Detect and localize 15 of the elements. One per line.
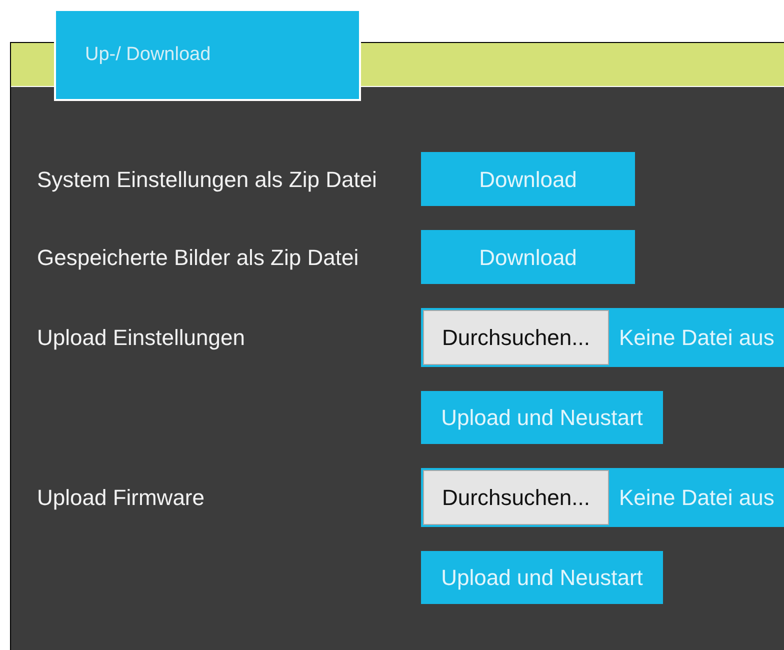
row-label: Upload Firmware xyxy=(36,484,206,512)
browse-button[interactable]: Durchsuchen... xyxy=(423,310,609,365)
tab[interactable]: Up-/ Download xyxy=(54,9,361,101)
row-label: System Einstellungen als Zip Datei xyxy=(36,166,378,194)
upload-button[interactable]: Upload und Neustart xyxy=(421,551,663,604)
download-button[interactable]: Download xyxy=(421,230,635,284)
browse-button[interactable]: Durchsuchen... xyxy=(423,470,609,525)
file-status: Keine Datei aus xyxy=(619,484,774,512)
file-input[interactable]: Durchsuchen... Keine Datei aus xyxy=(421,308,784,367)
upload-button[interactable]: Upload und Neustart xyxy=(421,391,663,444)
row-label: Gespeicherte Bilder als Zip Datei xyxy=(36,244,360,272)
file-input[interactable]: Durchsuchen... Keine Datei aus xyxy=(421,468,784,527)
row-label: Upload Einstellungen xyxy=(36,324,246,352)
file-status: Keine Datei aus xyxy=(619,324,774,352)
download-button[interactable]: Download xyxy=(421,152,635,206)
